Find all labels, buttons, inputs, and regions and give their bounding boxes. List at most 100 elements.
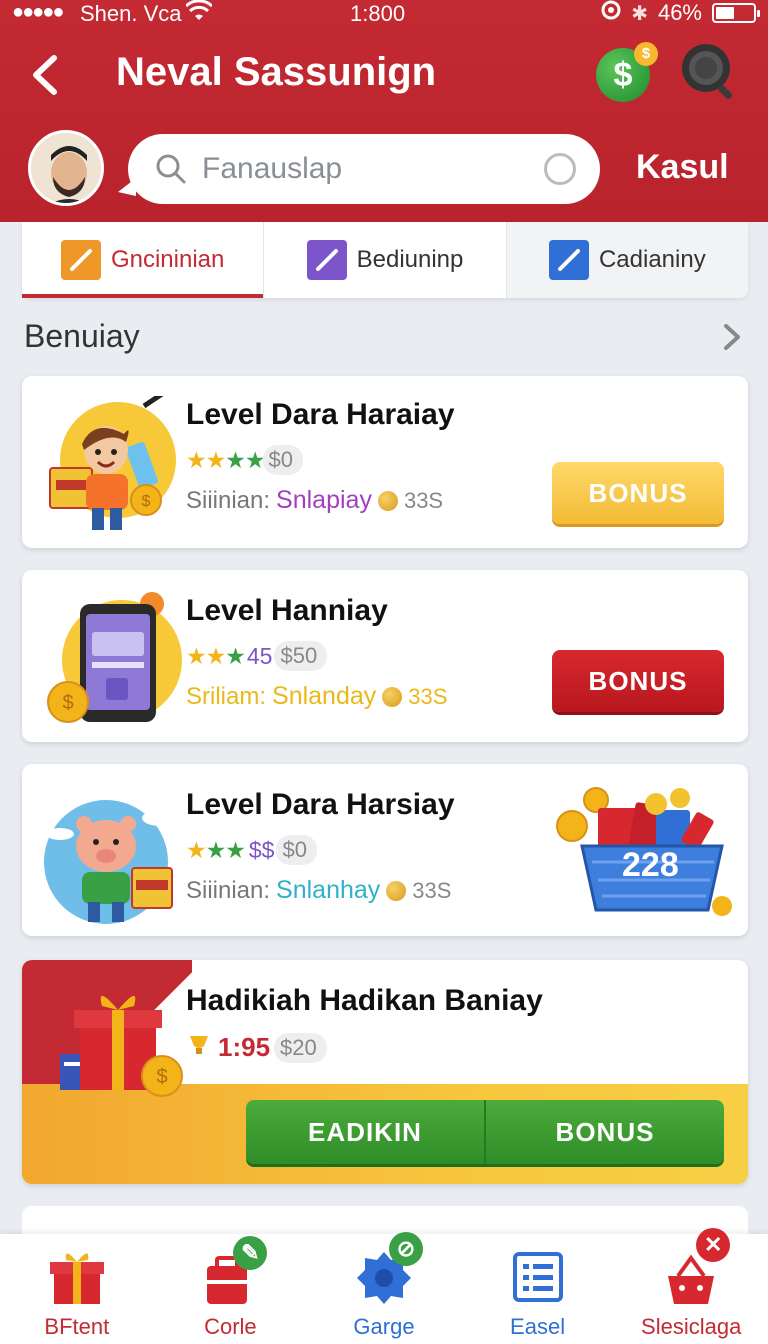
card-meta: Siiinian: Snlanhay 33S xyxy=(186,876,451,905)
bonus-button[interactable]: BONUS xyxy=(552,650,724,712)
coin-icon xyxy=(382,686,403,707)
level-card[interactable]: $ Level Hanniay ★★★ 45 $50 Sriliam: Snla… xyxy=(22,570,748,742)
nav-item-bftent[interactable]: BFtent xyxy=(0,1234,154,1344)
frying-pan-button[interactable] xyxy=(678,40,742,104)
cancel-button[interactable]: Kasul xyxy=(636,148,729,187)
gear-icon: ⊘ xyxy=(353,1232,423,1308)
tab-label: Bediuninp xyxy=(356,246,464,273)
meta-label: Sriliam: xyxy=(186,682,267,710)
rating-value: $$ xyxy=(248,836,275,863)
nav-item-easel[interactable]: Easel xyxy=(461,1234,615,1344)
briefcase-icon: ✎ xyxy=(199,1236,268,1308)
pencil-icon xyxy=(60,240,101,280)
compass-badge-icon: ⊘ xyxy=(388,1232,423,1266)
dollar-icon: $ xyxy=(613,56,633,94)
rating-pill: $50 xyxy=(274,641,328,671)
tab-gncininian[interactable]: Gncininian xyxy=(22,222,265,298)
meta-number: 33S xyxy=(408,683,448,709)
tab-bediuninp[interactable]: Bediuninp xyxy=(264,222,507,298)
eadikin-button[interactable]: EADIKIN xyxy=(246,1100,484,1164)
pencil-icon xyxy=(306,240,347,280)
gift-icon xyxy=(46,1246,108,1308)
svg-text:$: $ xyxy=(62,692,73,714)
card-title: Level Dara Haraiay xyxy=(186,398,455,431)
rating-pill: $0 xyxy=(276,835,317,865)
search-input[interactable] xyxy=(202,148,522,190)
status-bar: ●●●●● Shen. Vca 1:800 ✱ 46% xyxy=(0,0,768,28)
boy-shopping-illustration: $ xyxy=(40,391,188,536)
signal-icon: ●●●●● xyxy=(12,1,64,23)
basket-number: 228 xyxy=(622,846,679,884)
clock: 1:800 xyxy=(350,1,406,26)
card-meta: Siiinian: Snlapiay 33S xyxy=(186,486,443,515)
level-card[interactable]: Level Dara Harsiay ★★★ $$ $0 Siiinian: S… xyxy=(22,764,748,936)
location-icon xyxy=(601,0,621,26)
search-bar[interactable] xyxy=(118,134,600,204)
battery-icon xyxy=(712,3,760,23)
back-button[interactable] xyxy=(26,50,66,100)
meta-highlight: Snlanday xyxy=(272,682,377,710)
svg-text:$: $ xyxy=(142,493,151,510)
svg-text:$: $ xyxy=(156,1066,167,1088)
tab-label: Cadianiny xyxy=(598,246,706,273)
phone-illustration: $ xyxy=(40,590,188,730)
rating: ★★★★ $0 xyxy=(186,445,303,475)
rating: ★★★ $$ $0 xyxy=(186,835,317,865)
bottom-nav: BFtent ✎ Corle ⊘ Garge Easel ✕ Slesiclag… xyxy=(0,1228,768,1344)
card-meta: Sriliam: Snlanday 33S xyxy=(186,682,447,711)
nav-item-corle[interactable]: ✎ Corle xyxy=(154,1234,308,1344)
stars-icon: ★★★ xyxy=(186,836,246,863)
meta-number: 33S xyxy=(403,487,444,513)
wallet-coin-button[interactable]: $ $ xyxy=(596,42,658,102)
bluetooth-icon: ✱ xyxy=(631,2,648,25)
section-title: Benuiay xyxy=(24,318,140,354)
coin-icon xyxy=(377,490,398,511)
avatar[interactable] xyxy=(28,130,104,206)
coin-icon xyxy=(386,880,407,901)
gift-box-icon: $ xyxy=(40,980,190,1100)
carrier-name: Shen. Vca xyxy=(80,1,182,26)
nav-label: Slesiclaga xyxy=(641,1314,742,1339)
battery-percent: 46% xyxy=(657,0,702,25)
rating-value: $0 xyxy=(262,445,303,475)
meta-highlight: Snlanhay xyxy=(276,876,381,904)
rating-value: 45 xyxy=(246,642,273,669)
mini-coin-icon: $ xyxy=(634,42,658,66)
meta-label: Siiinian: xyxy=(186,876,271,904)
stars-icon: ★★★★ xyxy=(186,446,266,473)
nav-item-garge[interactable]: ⊘ Garge xyxy=(307,1232,461,1344)
list-document-icon xyxy=(507,1246,569,1308)
level-card[interactable]: $ Level Dara Haraiay ★★★★ $0 Siiinian: S… xyxy=(22,376,748,548)
nav-item-slesiclaga[interactable]: ✕ Slesiclaga xyxy=(614,1228,768,1344)
card-title: Level Dara Harsiay xyxy=(186,788,455,821)
meta-highlight: Snlapiay xyxy=(276,486,372,514)
nav-label: Garge xyxy=(353,1314,415,1339)
nav-label: Easel xyxy=(510,1314,566,1339)
promo-title: Hadikiah Hadikan Baniay xyxy=(186,984,543,1017)
pencil-icon xyxy=(548,240,589,280)
bonus-button[interactable]: BONUS xyxy=(484,1100,724,1164)
stars-icon: ★★★ xyxy=(186,642,246,669)
promo-card[interactable]: $ Hadikiah Hadikan Baniay 1:95 $20 EADIK… xyxy=(22,960,748,1184)
pig-illustration xyxy=(40,784,188,924)
app-header: ●●●●● Shen. Vca 1:800 ✱ 46% Neval Sassun… xyxy=(0,0,768,222)
nav-label: BFtent xyxy=(44,1314,110,1339)
category-tabs: Gncininian Bediuninp Cadianiny xyxy=(22,222,748,298)
close-badge-icon[interactable]: ✕ xyxy=(696,1228,731,1262)
promo-button-group: EADIKIN BONUS xyxy=(246,1100,724,1164)
wifi-icon xyxy=(184,0,214,28)
meta-label: Siiinian: xyxy=(186,486,271,514)
trophy-icon xyxy=(186,1032,212,1063)
nav-label: Corle xyxy=(204,1314,257,1339)
voice-circle-icon[interactable] xyxy=(544,153,576,185)
shopping-bag-icon: ✕ xyxy=(660,1228,731,1308)
page-title: Neval Sassunign xyxy=(116,50,437,94)
card-title: Level Hanniay xyxy=(186,594,388,627)
bonus-button[interactable]: BONUS xyxy=(552,462,724,524)
search-icon xyxy=(154,152,188,186)
chevron-right-icon[interactable] xyxy=(720,322,744,352)
promo-pill: $20 xyxy=(274,1032,327,1063)
tab-label: Gncininian xyxy=(110,246,225,273)
rating: ★★★ 45 $50 xyxy=(186,641,328,671)
tab-cadianiny[interactable]: Cadianiny xyxy=(506,222,748,298)
